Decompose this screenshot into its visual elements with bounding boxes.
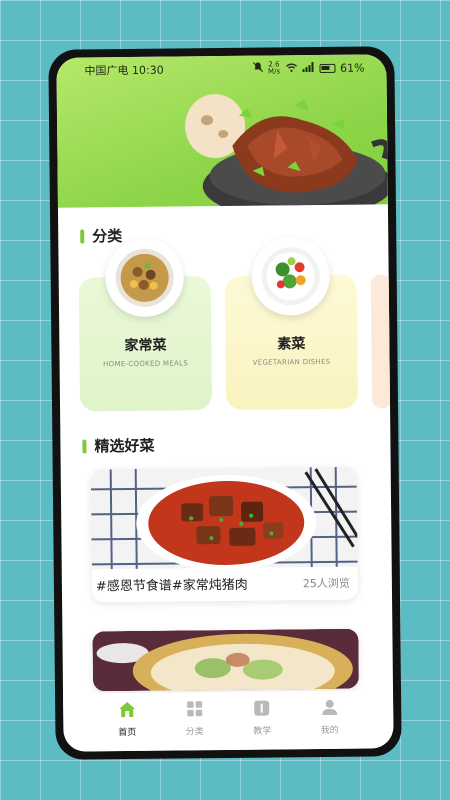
featured-recipe-card[interactable]: #感恩节食谱#家常炖猪肉 25人浏览 xyxy=(90,466,359,603)
battery-icon xyxy=(318,63,336,73)
person-icon xyxy=(321,698,338,719)
grid-icon xyxy=(186,700,203,721)
tab-category[interactable]: 分类 xyxy=(169,700,219,738)
tab-label: 分类 xyxy=(185,726,204,737)
vegetarian-dish-image xyxy=(251,236,331,316)
signal-icon xyxy=(302,61,314,75)
home-icon xyxy=(118,700,136,721)
braised-pork-dish-illustration xyxy=(185,94,388,208)
tab-label: 首页 xyxy=(118,727,137,738)
tab-teaching[interactable]: 教学 xyxy=(237,699,287,737)
battery-level: 61% xyxy=(339,61,365,75)
status-bar: 中国广电 10:30 2.6 M/s 61% xyxy=(56,54,386,83)
carrier-time: 中国广电 10:30 xyxy=(84,63,164,78)
recipe-title: #感恩节食谱#家常炖猪肉 xyxy=(95,577,248,595)
hero-banner[interactable]: 中国广电 10:30 2.6 M/s 61% xyxy=(56,54,388,208)
soup-dish-photo xyxy=(92,628,359,692)
recipe-card-partial[interactable] xyxy=(92,628,359,692)
tab-label: 我的 xyxy=(320,725,339,736)
bell-mute-icon xyxy=(252,62,263,76)
home-cooked-dish-image xyxy=(105,238,185,318)
braised-pork-photo xyxy=(90,466,358,570)
category-subtitle: VEGETARIAN DISHES xyxy=(252,357,331,367)
tab-label: 教学 xyxy=(253,726,272,737)
category-name: 素菜 xyxy=(277,336,306,353)
book-icon xyxy=(253,699,270,720)
tab-home[interactable]: 首页 xyxy=(102,700,152,738)
app-screen: 中国广电 10:30 2.6 M/s 61% 分类 家常菜 HOME-COOKE… xyxy=(56,54,394,752)
featured-section-header: 精选好菜 xyxy=(82,435,155,457)
category-card-home-cooked[interactable]: 家常菜 HOME-COOKED MEALS xyxy=(78,238,213,412)
section-accent-bar xyxy=(82,438,87,453)
bottom-tab-bar: 首页 分类 教学 我的 xyxy=(63,690,394,752)
category-name: 家常菜 xyxy=(124,337,167,355)
featured-section-title: 精选好菜 xyxy=(94,436,155,456)
category-card-vegetarian[interactable]: 素菜 VEGETARIAN DISHES xyxy=(224,236,359,410)
category-subtitle: HOME-COOKED MEALS xyxy=(103,359,189,369)
recipe-view-count: 25人浏览 xyxy=(302,576,350,590)
phone-frame: 中国广电 10:30 2.6 M/s 61% 分类 家常菜 HOME-COOKE… xyxy=(48,46,402,760)
category-carousel[interactable]: 家常菜 HOME-COOKED MEALS 素菜 VEGETARIAN DISH… xyxy=(78,230,393,412)
category-card-partial[interactable] xyxy=(370,274,393,409)
status-icons: 2.6 M/s 61% xyxy=(252,60,365,76)
recipe-caption: #感恩节食谱#家常炖猪肉 25人浏览 xyxy=(92,567,358,603)
tab-mine[interactable]: 我的 xyxy=(304,698,354,736)
wifi-icon xyxy=(285,62,297,75)
net-speed: 2.6 M/s xyxy=(267,60,281,76)
